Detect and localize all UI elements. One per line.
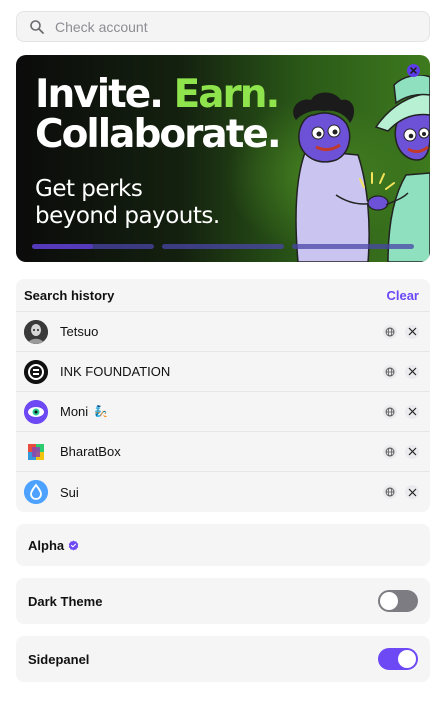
alpha-text: Alpha	[28, 537, 65, 553]
banner-progress	[32, 244, 414, 249]
x-twitter-icon[interactable]	[405, 444, 419, 459]
search-history-header: Search history Clear	[16, 279, 430, 312]
history-item-name: INK FOUNDATION	[60, 364, 171, 379]
search-history-card: Search history Clear Tetsuo INK FOUNDATI…	[16, 279, 430, 512]
history-item-name: Moni 🧞	[60, 404, 383, 419]
x-twitter-icon[interactable]	[405, 485, 419, 499]
dark-theme-toggle[interactable]	[378, 590, 418, 612]
moni-eye-logo	[24, 399, 48, 424]
row-actions	[383, 444, 419, 459]
banner-title: Invite. Earn. Collaborate.	[35, 72, 282, 157]
history-row-bharatbox[interactable]: BharatBox	[16, 432, 430, 472]
search-history-title: Search history	[24, 287, 115, 303]
bharatbox-logo	[24, 440, 48, 464]
row-actions	[383, 324, 419, 339]
toggle-knob	[398, 650, 416, 668]
promo-banner[interactable]: Invite. Earn. Collaborate. Get perks bey…	[16, 55, 430, 262]
history-row-moni[interactable]: Moni 🧞	[16, 392, 430, 432]
progress-segment-3[interactable]	[292, 244, 414, 249]
dark-theme-card: Dark Theme	[16, 578, 430, 624]
x-twitter-icon[interactable]	[405, 364, 419, 379]
progress-segment-2[interactable]	[162, 244, 284, 249]
search-icon	[30, 19, 44, 34]
banner-close-button[interactable]	[407, 64, 420, 77]
x-twitter-icon[interactable]	[405, 404, 419, 419]
sui-droplet-logo	[24, 480, 48, 504]
history-item-name: Sui	[60, 484, 79, 500]
alpha-label: Alpha	[28, 538, 79, 553]
banner-title-collaborate: Collaborate.	[35, 112, 282, 157]
clear-history-button[interactable]: Clear	[386, 288, 419, 303]
globe-icon[interactable]	[383, 324, 397, 339]
sidepanel-card: Sidepanel	[16, 636, 430, 682]
ink-logo	[24, 359, 48, 384]
banner-subtitle-line2: beyond payouts.	[35, 203, 220, 229]
banner-subtitle-line1: Get perks	[35, 176, 143, 202]
row-actions	[383, 485, 419, 499]
banner-title-invite: Invite.	[35, 72, 164, 117]
banner-subtitle: Get perks beyond payouts.	[35, 176, 220, 230]
history-row-ink-foundation[interactable]: INK FOUNDATION	[16, 352, 430, 392]
row-actions	[383, 404, 419, 419]
history-item-label: Moni	[60, 404, 89, 419]
x-twitter-icon[interactable]	[405, 324, 419, 339]
banner-title-earn: Earn.	[173, 72, 281, 117]
sidepanel-toggle[interactable]	[378, 648, 418, 670]
verified-badge-icon	[68, 539, 79, 551]
progress-segment-1[interactable]	[32, 244, 154, 249]
handshake-illustration	[293, 75, 430, 262]
genie-emoji: 🧞	[94, 406, 108, 418]
toggle-knob	[380, 592, 398, 610]
search-bar[interactable]	[16, 11, 430, 42]
tetsuo-avatar	[24, 319, 48, 344]
globe-icon[interactable]	[383, 444, 397, 459]
history-item-name: Tetsuo	[60, 324, 99, 339]
globe-icon[interactable]	[383, 485, 397, 499]
search-input[interactable]	[55, 18, 395, 35]
row-actions	[383, 364, 419, 379]
close-icon	[410, 67, 417, 74]
progress-fill	[32, 244, 93, 249]
history-row-sui[interactable]: Sui	[16, 472, 430, 512]
dark-theme-label: Dark Theme	[28, 593, 103, 609]
history-item-name: BharatBox	[60, 444, 121, 459]
history-row-tetsuo[interactable]: Tetsuo	[16, 312, 430, 352]
globe-icon[interactable]	[383, 364, 397, 379]
alpha-card[interactable]: Alpha	[16, 524, 430, 566]
globe-icon[interactable]	[383, 404, 397, 419]
sidepanel-label: Sidepanel	[28, 651, 90, 667]
